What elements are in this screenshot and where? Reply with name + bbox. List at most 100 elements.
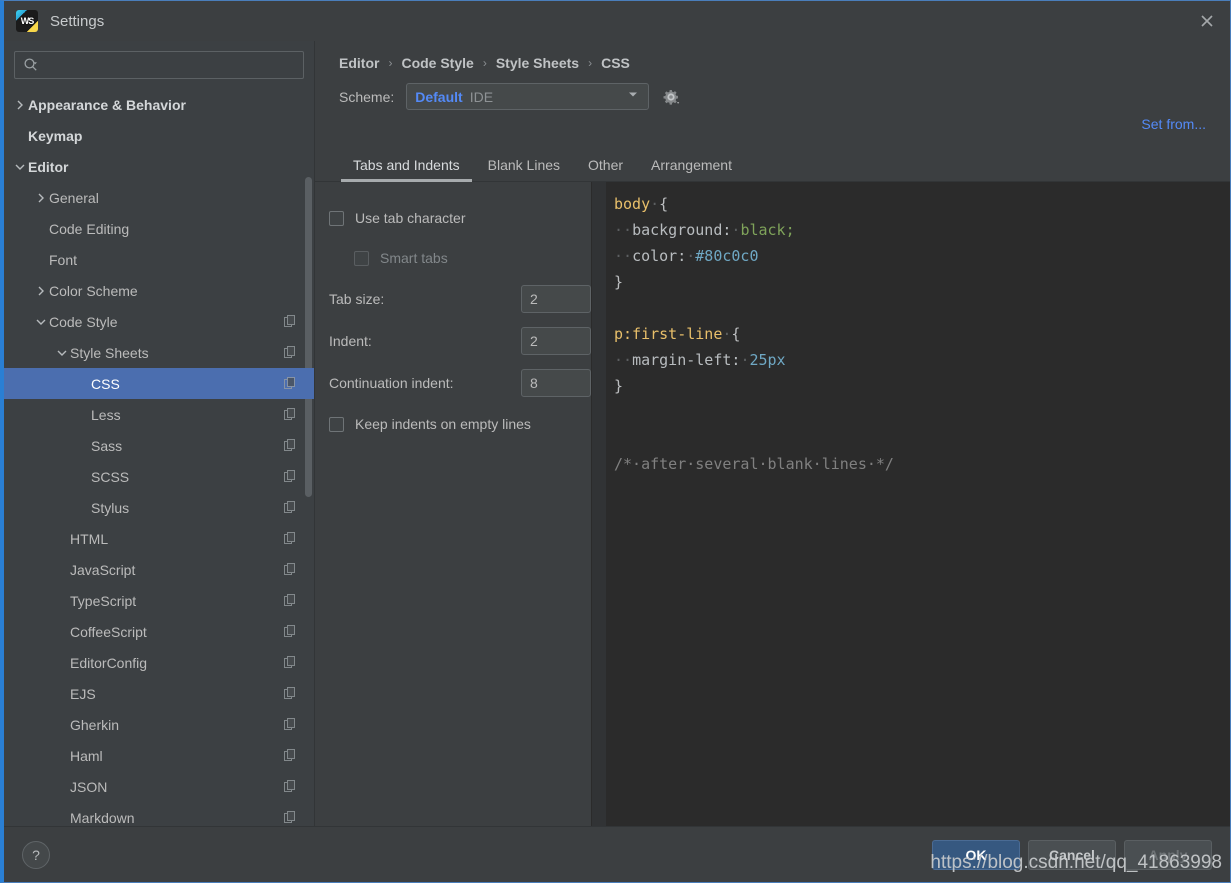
copy-scheme-icon[interactable] xyxy=(284,811,298,824)
code-token: } xyxy=(614,377,624,395)
breadcrumb-item[interactable]: Editor xyxy=(339,55,379,71)
sidebar-item-style-sheets[interactable]: Style Sheets xyxy=(4,337,314,368)
breadcrumb-item[interactable]: Style Sheets xyxy=(496,55,579,71)
sidebar-item-label: EditorConfig xyxy=(70,654,148,671)
sidebar-item-less[interactable]: Less xyxy=(4,399,314,430)
sidebar-item-scss[interactable]: SCSS xyxy=(4,461,314,492)
copy-scheme-icon[interactable] xyxy=(284,749,298,762)
keep-indents-checkbox[interactable]: Keep indents on empty lines xyxy=(329,404,591,444)
sidebar-item-stylus[interactable]: Stylus xyxy=(4,492,314,523)
sidebar-item-typescript[interactable]: TypeScript xyxy=(4,585,314,616)
copy-scheme-icon[interactable] xyxy=(284,470,298,483)
sidebar-item-editorconfig[interactable]: EditorConfig xyxy=(4,647,314,678)
copy-scheme-icon[interactable] xyxy=(284,501,298,514)
tab-other[interactable]: Other xyxy=(574,148,637,181)
copy-scheme-icon[interactable] xyxy=(284,532,298,545)
indent-input[interactable] xyxy=(521,327,591,355)
code-token: body xyxy=(614,195,651,213)
title-bar: WS Settings xyxy=(4,1,1230,41)
search-area xyxy=(4,41,314,87)
set-from-row: Set from... xyxy=(315,110,1230,132)
checkbox-box xyxy=(329,416,344,432)
breadcrumb-item[interactable]: CSS xyxy=(601,55,630,71)
chevron-down-icon[interactable] xyxy=(12,161,28,173)
sidebar-item-json[interactable]: JSON xyxy=(4,771,314,802)
sidebar-item-font[interactable]: Font xyxy=(4,244,314,275)
search-box[interactable] xyxy=(14,51,304,79)
sidebar-item-html[interactable]: HTML xyxy=(4,523,314,554)
chevron-down-icon[interactable] xyxy=(54,347,70,359)
checkbox-box xyxy=(354,250,369,266)
copy-scheme-icon[interactable] xyxy=(284,780,298,793)
copy-scheme-icon[interactable] xyxy=(284,687,298,700)
sidebar-item-appearance-behavior[interactable]: Appearance & Behavior xyxy=(4,89,314,120)
tab-blank-lines[interactable]: Blank Lines xyxy=(474,148,574,181)
gear-icon[interactable] xyxy=(661,87,681,107)
sidebar-item-code-editing[interactable]: Code Editing xyxy=(4,213,314,244)
close-icon[interactable] xyxy=(1184,1,1230,41)
sidebar-item-javascript[interactable]: JavaScript xyxy=(4,554,314,585)
sidebar-item-ejs[interactable]: EJS xyxy=(4,678,314,709)
chevron-down-icon xyxy=(626,87,640,106)
chevron-right-icon[interactable] xyxy=(12,99,28,111)
keep-indents-label: Keep indents on empty lines xyxy=(355,416,531,432)
sidebar-item-sass[interactable]: Sass xyxy=(4,430,314,461)
code-line: p:first-line·{ xyxy=(614,321,1230,347)
tabs-and-indents-form: Use tab character Smart tabs Tab size: I… xyxy=(315,182,591,826)
smart-tabs-checkbox[interactable]: Smart tabs xyxy=(329,238,591,278)
sidebar-item-label: Keymap xyxy=(28,127,83,144)
breadcrumb: Editor › Code Style › Style Sheets › CSS xyxy=(315,41,1230,71)
cancel-button[interactable]: Cancel xyxy=(1028,839,1116,870)
code-line: } xyxy=(614,373,1230,399)
set-from-link[interactable]: Set from... xyxy=(1141,116,1206,132)
code-line: /*·after·several·blank·lines·*/ xyxy=(614,451,1230,477)
chevron-down-icon[interactable] xyxy=(33,316,49,328)
sidebar-item-keymap[interactable]: Keymap xyxy=(4,120,314,151)
tab-tabs-and-indents[interactable]: Tabs and Indents xyxy=(339,148,474,182)
sidebar-item-css[interactable]: CSS xyxy=(4,368,314,399)
copy-scheme-icon[interactable] xyxy=(284,718,298,731)
settings-tabs[interactable]: Tabs and Indents Blank Lines Other Arrangem… xyxy=(315,148,1230,182)
sidebar-item-general[interactable]: General xyxy=(4,182,314,213)
sidebar-item-color-scheme[interactable]: Color Scheme xyxy=(4,275,314,306)
sidebar-item-markdown[interactable]: Markdown xyxy=(4,802,314,826)
copy-scheme-icon[interactable] xyxy=(284,625,298,638)
chevron-right-icon[interactable] xyxy=(33,192,49,204)
scheme-row: Scheme: Default IDE xyxy=(315,71,1230,110)
continuation-indent-input[interactable] xyxy=(521,369,591,397)
chevron-right-icon[interactable] xyxy=(33,285,49,297)
help-button[interactable]: ? xyxy=(22,840,50,869)
use-tab-character-checkbox[interactable]: Use tab character xyxy=(329,198,591,238)
sidebar-item-label: Gherkin xyxy=(70,716,120,733)
sidebar-item-editor[interactable]: Editor xyxy=(4,151,314,182)
sidebar-item-label: Stylus xyxy=(91,499,130,516)
search-input[interactable] xyxy=(45,57,295,73)
ok-button[interactable]: OK xyxy=(932,839,1020,870)
copy-scheme-icon[interactable] xyxy=(284,408,298,421)
continuation-indent-row: Continuation indent: xyxy=(329,362,591,404)
tab-size-input[interactable] xyxy=(521,285,591,313)
sidebar-item-code-style[interactable]: Code Style xyxy=(4,306,314,337)
code-token: margin-left: xyxy=(632,351,741,369)
apply-button: Apply xyxy=(1124,839,1212,870)
breadcrumb-separator: › xyxy=(482,56,487,70)
sidebar-item-gherkin[interactable]: Gherkin xyxy=(4,709,314,740)
continuation-indent-label: Continuation indent: xyxy=(329,375,454,391)
code-token: color: xyxy=(632,247,687,265)
copy-scheme-icon[interactable] xyxy=(284,563,298,576)
tab-arrangement[interactable]: Arrangement xyxy=(637,148,746,181)
copy-scheme-icon[interactable] xyxy=(284,315,298,328)
code-preview[interactable]: body·{··background:·black; ··color:·#80c0… xyxy=(591,182,1230,826)
sidebar-item-coffeescript[interactable]: CoffeeScript xyxy=(4,616,314,647)
sidebar-item-label: Sass xyxy=(91,437,123,454)
sidebar-item-haml[interactable]: Haml xyxy=(4,740,314,771)
code-token: · xyxy=(650,195,660,213)
scheme-dropdown[interactable]: Default IDE xyxy=(406,83,650,110)
copy-scheme-icon[interactable] xyxy=(284,439,298,452)
copy-scheme-icon[interactable] xyxy=(284,346,298,359)
breadcrumb-item[interactable]: Code Style xyxy=(401,55,473,71)
settings-tree[interactable]: Appearance & Behavior Keymap Editor General… xyxy=(4,87,314,826)
copy-scheme-icon[interactable] xyxy=(284,594,298,607)
copy-scheme-icon[interactable] xyxy=(284,656,298,669)
copy-scheme-icon[interactable] xyxy=(284,377,298,390)
